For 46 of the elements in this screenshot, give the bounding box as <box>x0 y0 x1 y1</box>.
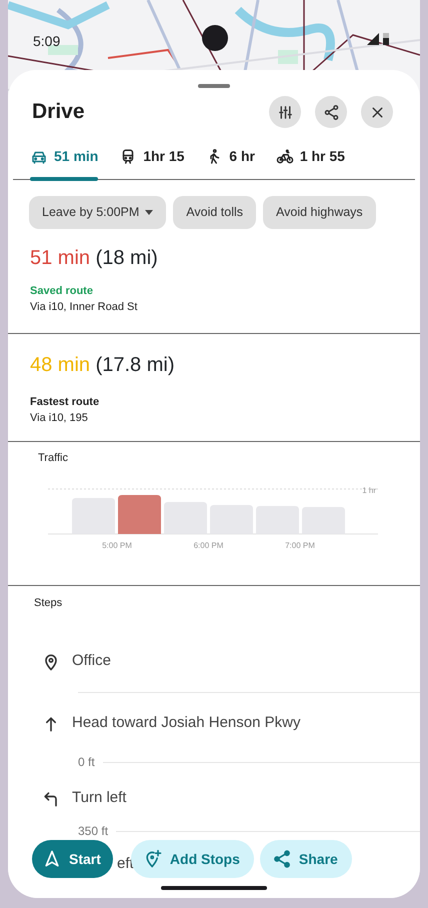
route-summary: 51 min (18 mi) <box>30 246 159 271</box>
traffic-bar[interactable] <box>256 506 299 534</box>
mode-tab[interactable]: 51 min <box>30 138 98 179</box>
route-card[interactable]: 51 min (18 mi) Saved route Via i10, Inner Road St <box>8 228 420 334</box>
share-button[interactable]: Share <box>260 840 352 878</box>
signal-battery-icon <box>366 32 392 46</box>
traffic-bar[interactable] <box>118 495 161 534</box>
step-text: Office <box>72 652 111 670</box>
time-label: 7:00 PM <box>285 541 315 550</box>
share-button[interactable] <box>315 96 347 128</box>
start-button[interactable]: Start <box>32 840 113 878</box>
route-summary: 48 min (17.8 mi) <box>30 352 176 378</box>
time-label: 5:00 PM <box>102 541 132 550</box>
mode-tab[interactable]: 1hr 15 <box>119 138 184 179</box>
step-distance: 350 ft <box>78 825 108 838</box>
option-chip[interactable]: Leave by 5:00PM <box>29 196 166 229</box>
home-indicator[interactable] <box>161 886 267 890</box>
route-label: Fastest route <box>30 394 100 410</box>
traffic-bar[interactable] <box>72 498 115 534</box>
route-card[interactable]: 48 min (17.8 mi) Fastest route Via i10, 195 <box>8 334 420 442</box>
scale-label: 1 hr <box>362 486 376 496</box>
close-button[interactable] <box>361 96 393 128</box>
sheet-title: Drive <box>32 99 85 126</box>
step-distance: 0 ft <box>78 756 95 768</box>
option-chip[interactable]: Avoid tolls <box>173 196 256 229</box>
traffic-bar[interactable] <box>302 507 345 534</box>
mode-tab[interactable]: 6 hr <box>205 138 255 179</box>
drag-handle[interactable] <box>198 84 230 88</box>
time-label: 6:00 PM <box>194 541 224 550</box>
bicycle-icon <box>276 148 294 166</box>
option-chip[interactable]: Avoid highways <box>263 196 376 229</box>
traffic-bar[interactable] <box>164 502 207 534</box>
step-text: Head toward Josiah Henson Pkwy <box>72 714 300 732</box>
tune-button[interactable] <box>269 96 301 128</box>
route-via: Via i10, Inner Road St <box>30 300 138 316</box>
settings-icon <box>276 104 294 120</box>
traffic-bar[interactable] <box>210 505 253 534</box>
section-title: Steps <box>33 596 64 611</box>
route-label: Saved route <box>30 284 94 299</box>
route-via: Via i10, 195 <box>30 411 89 426</box>
status-time: 5:09 <box>33 32 60 51</box>
step-text: Turn left <box>72 789 126 808</box>
mode-tab[interactable]: 1 hr 55 <box>276 138 345 179</box>
share-icon <box>272 849 292 869</box>
section-title: Traffic <box>38 450 69 466</box>
share-icon <box>322 104 340 120</box>
